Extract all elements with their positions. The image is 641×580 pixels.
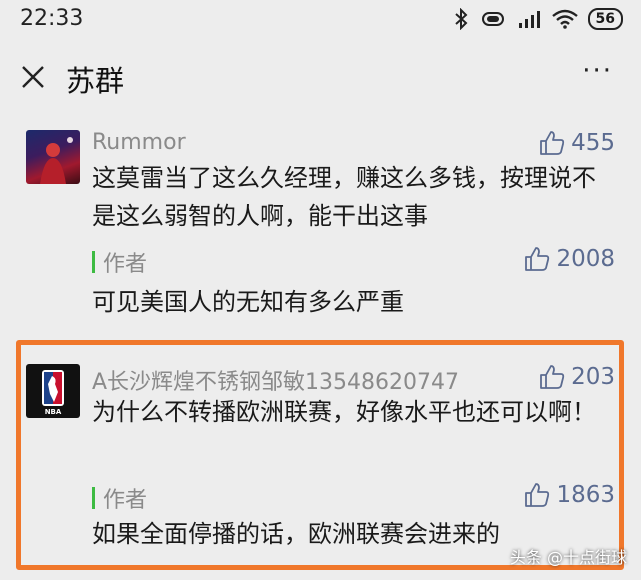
thumbs-up-icon <box>525 483 550 507</box>
author-reply-tag: 作者 <box>92 246 147 278</box>
like-button[interactable]: 455 <box>539 130 615 156</box>
reply-like-count: 2008 <box>556 246 615 272</box>
avatar[interactable] <box>26 130 80 184</box>
status-bar: 22:33 56 <box>0 0 641 42</box>
signal-icon <box>518 11 540 28</box>
author-label: 作者 <box>103 488 148 513</box>
more-icon[interactable]: ··· <box>582 56 613 86</box>
wifi-icon <box>551 9 578 29</box>
close-icon[interactable] <box>20 64 46 90</box>
thumbs-up-icon <box>525 247 550 271</box>
bluetooth-icon <box>454 8 467 30</box>
author-bar <box>92 487 95 509</box>
author-bar <box>92 251 95 273</box>
comment-item: Rummor 455 这莫雷当了这么久经理，赚这么多钱，按理说不是这么弱智的人啊… <box>0 118 641 328</box>
like-count: 455 <box>571 130 615 156</box>
battery-icon: 56 <box>587 8 623 30</box>
comment-item: NBA A长沙辉煌不锈钢邹敏13548620747 203 为什么不转播欧洲联赛… <box>0 352 641 567</box>
reply-text: 可见美国人的无知有多么严重 <box>92 288 404 316</box>
comment-text: 这莫雷当了这么久经理，赚这么多钱，按理说不是这么弱智的人啊，能干出这事 <box>92 164 596 230</box>
author-reply-tag: 作者 <box>92 482 147 514</box>
author-label: 作者 <box>103 252 148 277</box>
like-count: 203 <box>571 364 615 390</box>
watermark: 头条 @十点街球 <box>509 548 627 567</box>
vibrate-icon <box>481 12 504 26</box>
nba-logo-icon: NBA <box>42 370 64 416</box>
svg-text:NBA: NBA <box>45 408 62 416</box>
comment-username[interactable]: Rummor <box>92 130 186 155</box>
reply-like-count: 1863 <box>556 482 615 508</box>
page-header: 苏群 ··· <box>0 42 641 118</box>
thumbs-up-icon <box>540 131 565 155</box>
comment-username[interactable]: A长沙辉煌不锈钢邹敏13548620747 <box>92 364 459 396</box>
comment-text: 为什么不转播欧洲联赛，好像水平也还可以啊！ <box>92 398 596 426</box>
reply-text: 如果全面停播的话，欧洲联赛会进来的 <box>92 520 500 548</box>
reply-like-button[interactable]: 2008 <box>524 246 615 272</box>
thumbs-up-icon <box>540 365 565 389</box>
avatar[interactable]: NBA <box>26 364 80 418</box>
like-button[interactable]: 203 <box>539 364 615 390</box>
status-icons: 56 <box>454 8 623 30</box>
reply-like-button[interactable]: 1863 <box>524 482 615 508</box>
page-title: 苏群 <box>66 64 125 98</box>
status-time: 22:33 <box>20 6 84 31</box>
